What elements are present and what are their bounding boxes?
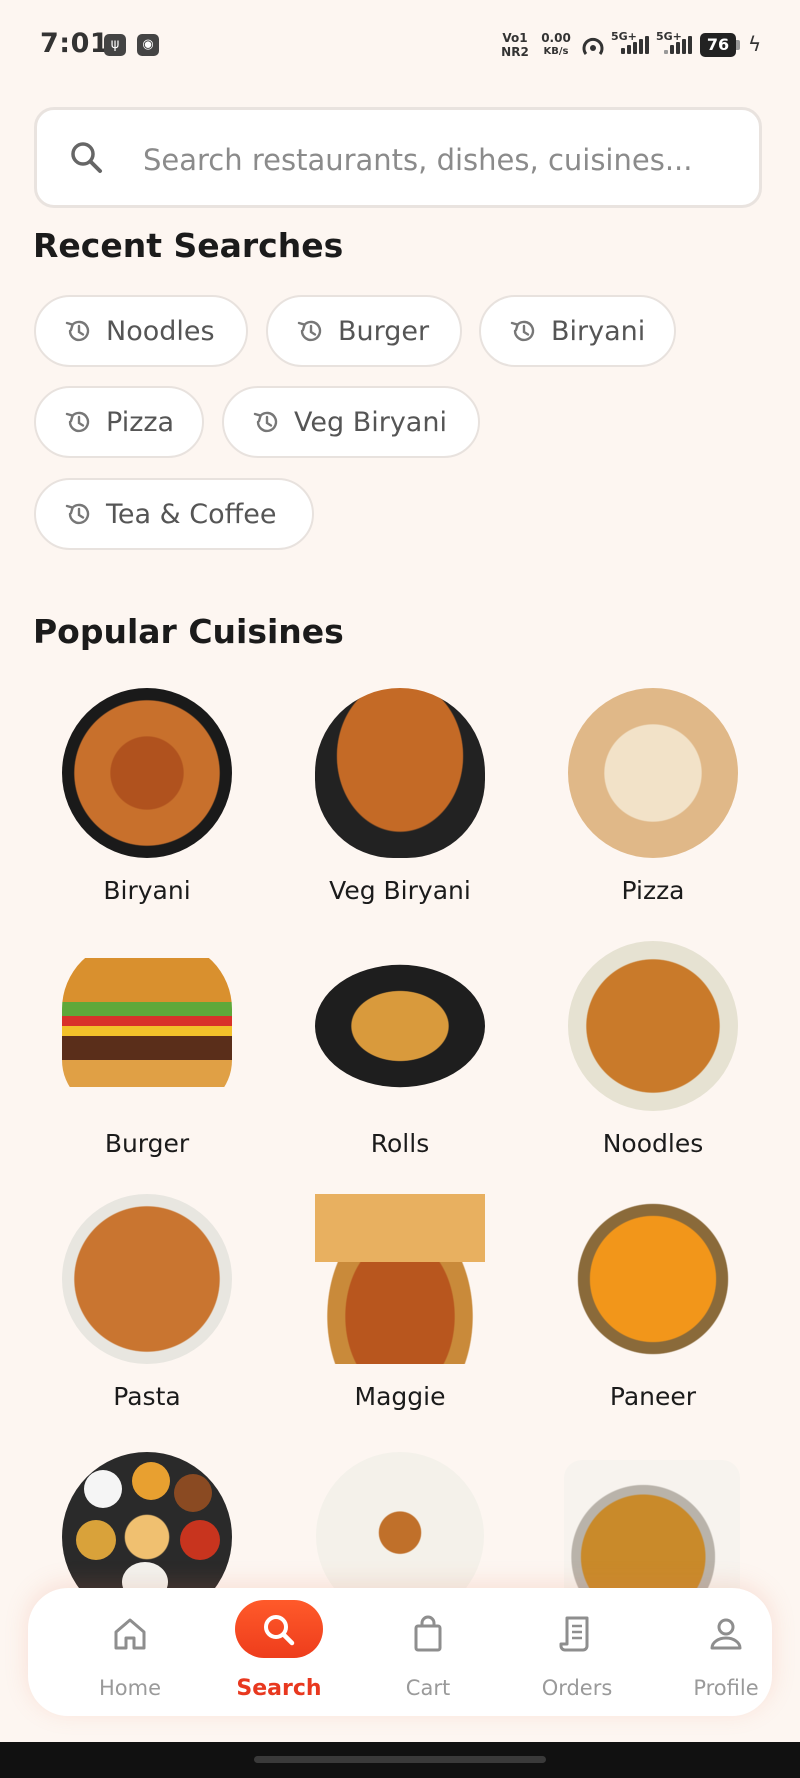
- nav-home-label: Home: [98, 1676, 161, 1700]
- nav-cart[interactable]: Cart: [368, 1588, 488, 1716]
- search-icon: [71, 142, 102, 173]
- volte-indicator: Vo1 NR2: [501, 31, 529, 59]
- status-bar: 7:01 ψ ◉ Vo1 NR2 0.00 KB/s 5G+ 5G+ 76 ϟ: [0, 0, 800, 92]
- recent-searches-title: Recent Searches: [33, 226, 344, 265]
- cuisine-chole-partial[interactable]: [564, 1460, 740, 1588]
- home-icon: [114, 1618, 146, 1650]
- cuisine-card[interactable]: Burger: [27, 941, 267, 1158]
- person-icon: [710, 1618, 742, 1650]
- home-indicator[interactable]: [254, 1756, 546, 1763]
- sim2-signal-icon: [664, 36, 692, 54]
- battery-icon: 76: [700, 33, 736, 57]
- cuisine-card[interactable]: Veg Biryani: [280, 688, 520, 905]
- recent-search-label: Burger: [338, 315, 430, 347]
- cuisine-idli-partial[interactable]: [316, 1452, 484, 1588]
- history-icon: [65, 411, 90, 433]
- cuisine-image: [315, 964, 485, 1088]
- nav-search-label: Search: [236, 1676, 322, 1701]
- search-bar[interactable]: [34, 107, 762, 208]
- shopping-bag-icon: [414, 1615, 442, 1652]
- recent-search-chip[interactable]: Tea & Coffee: [34, 478, 314, 550]
- cuisine-image: [568, 941, 738, 1111]
- history-icon: [65, 503, 90, 525]
- recent-search-chip[interactable]: Pizza: [34, 386, 204, 458]
- recent-search-label: Tea & Coffee: [106, 498, 277, 530]
- cuisine-label: Noodles: [602, 1129, 704, 1158]
- bottom-navigation: Home Search Cart Orders Profile: [28, 1588, 772, 1716]
- battery-tip: [736, 40, 740, 50]
- hotspot-icon: ◉: [137, 34, 159, 56]
- recent-search-chip[interactable]: Biryani: [479, 295, 676, 367]
- recent-search-label: Pizza: [106, 406, 175, 438]
- recent-search-chip[interactable]: Noodles: [34, 295, 248, 367]
- recent-search-label: Veg Biryani: [294, 406, 447, 438]
- cuisine-label: Veg Biryani: [329, 876, 471, 905]
- recent-search-chip[interactable]: Veg Biryani: [222, 386, 480, 458]
- recent-search-chip[interactable]: Burger: [266, 295, 462, 367]
- popular-cuisines-title: Popular Cuisines: [33, 612, 344, 651]
- hotspot-signal-icon: [582, 37, 604, 55]
- recent-search-label: Biryani: [551, 315, 646, 347]
- recent-search-label: Noodles: [106, 315, 215, 347]
- cuisine-card[interactable]: Paneer: [533, 1194, 773, 1411]
- cuisine-label: Biryani: [103, 876, 191, 905]
- history-icon: [65, 320, 90, 342]
- nav-home[interactable]: Home: [70, 1588, 190, 1716]
- cuisine-label: Pasta: [113, 1382, 181, 1411]
- history-icon: [253, 411, 278, 433]
- cuisine-card[interactable]: Pizza: [533, 688, 773, 905]
- sim1-signal-icon: [621, 36, 649, 54]
- nav-orders[interactable]: Orders: [517, 1588, 637, 1716]
- cuisine-image: [62, 941, 232, 1111]
- cuisine-card[interactable]: Biryani: [27, 688, 267, 905]
- cuisine-card[interactable]: Maggie: [280, 1194, 520, 1411]
- receipt-icon: [559, 1616, 589, 1652]
- network-speed: 0.00 KB/s: [541, 31, 571, 57]
- cuisine-image: [568, 1194, 738, 1364]
- nav-search[interactable]: Search: [219, 1588, 339, 1716]
- search-input[interactable]: [141, 132, 745, 188]
- cuisine-image: [62, 1194, 232, 1364]
- history-icon: [297, 320, 322, 342]
- nav-profile-label: Profile: [693, 1676, 759, 1700]
- history-icon: [510, 320, 535, 342]
- status-time: 7:01: [40, 28, 110, 59]
- nav-profile[interactable]: Profile: [666, 1588, 786, 1716]
- nav-orders-label: Orders: [541, 1676, 613, 1700]
- charging-icon: ϟ: [748, 32, 762, 56]
- nav-cart-label: Cart: [405, 1676, 451, 1700]
- cuisine-label: Maggie: [354, 1382, 446, 1411]
- cuisine-label: Burger: [104, 1129, 190, 1158]
- cuisine-label: Pizza: [621, 876, 685, 905]
- cuisine-thali-partial[interactable]: [62, 1452, 232, 1588]
- cuisine-card[interactable]: Noodles: [533, 941, 773, 1158]
- cuisine-image: [62, 688, 232, 858]
- search-icon: [264, 1615, 295, 1646]
- cuisine-image: [315, 1194, 485, 1364]
- cuisine-card[interactable]: Rolls: [280, 941, 520, 1158]
- cuisine-label: Paneer: [609, 1382, 697, 1411]
- cuisine-card[interactable]: Pasta: [27, 1194, 267, 1411]
- cuisine-image: [315, 688, 485, 858]
- cuisine-label: Rolls: [370, 1129, 430, 1158]
- cuisine-image: [568, 688, 738, 858]
- usb-icon: ψ: [104, 34, 126, 56]
